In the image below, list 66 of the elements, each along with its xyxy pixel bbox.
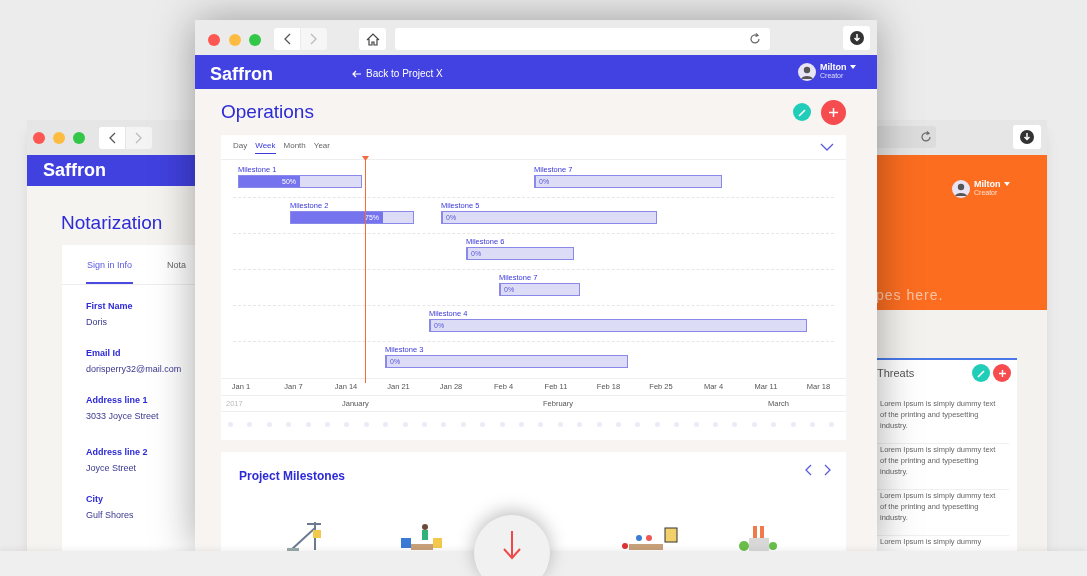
download-button[interactable] <box>843 26 870 50</box>
view-tab[interactable]: Month <box>283 140 306 154</box>
field-label: Email Id <box>86 348 121 358</box>
field-label: City <box>86 494 103 504</box>
home-button[interactable] <box>359 28 386 50</box>
address-field[interactable] <box>877 126 936 148</box>
add-button[interactable] <box>993 364 1011 382</box>
field-label: Address line 2 <box>86 447 148 457</box>
chevron-left-icon[interactable] <box>108 131 116 144</box>
download-button[interactable] <box>1013 125 1041 149</box>
view-tab[interactable]: Day <box>233 140 248 154</box>
milestone-bar[interactable] <box>441 211 657 224</box>
arrow-left-icon[interactable] <box>352 69 361 78</box>
field-value: dorisperry32@mail.com <box>86 364 182 374</box>
avatar-icon <box>798 63 816 81</box>
download-icon[interactable] <box>1020 130 1034 144</box>
pencil-icon[interactable] <box>797 107 807 117</box>
reload-icon[interactable] <box>748 32 762 46</box>
logo[interactable]: Saffron <box>43 157 106 184</box>
banner-text: pes here. <box>876 286 944 305</box>
add-button[interactable] <box>821 99 846 125</box>
pencil-icon[interactable] <box>976 368 986 378</box>
milestone-bar[interactable] <box>499 283 580 296</box>
chevron-down-icon[interactable] <box>820 143 834 151</box>
address-field[interactable] <box>395 28 770 50</box>
tab[interactable]: Sign in Info <box>86 258 134 284</box>
milestone-bar[interactable] <box>290 211 414 224</box>
logo[interactable]: Saffron <box>210 61 273 88</box>
next-icon[interactable] <box>824 464 832 476</box>
meeting-drawing <box>621 524 679 552</box>
field-label: Address line 1 <box>86 395 148 405</box>
field-label: First Name <box>86 301 133 311</box>
edit-button[interactable] <box>972 364 990 382</box>
chevron-left-icon[interactable] <box>283 33 291 45</box>
user-name[interactable]: Milton <box>820 62 847 72</box>
caret-icon[interactable] <box>849 65 856 69</box>
edit-button[interactable] <box>793 103 811 121</box>
avatar-icon <box>952 180 970 198</box>
arrow-down-icon[interactable] <box>502 530 522 560</box>
milestone-bar[interactable] <box>238 175 362 188</box>
chevron-right-icon[interactable] <box>310 33 318 45</box>
plus-icon[interactable] <box>828 106 839 118</box>
plus-icon[interactable] <box>997 368 1007 378</box>
previous-icon[interactable] <box>804 464 812 476</box>
field-value: Gulf Shores <box>86 510 134 520</box>
view-tab[interactable]: Week <box>255 140 276 154</box>
reload-icon[interactable] <box>919 130 933 144</box>
caret-icon[interactable] <box>1003 182 1010 186</box>
milestone-bar[interactable] <box>429 319 807 332</box>
field-value: 3033 Joyce Street <box>86 411 159 421</box>
milestone-bar[interactable] <box>466 247 574 260</box>
view-tab[interactable]: Year <box>313 140 330 154</box>
field-value: Doris <box>86 317 107 327</box>
card-title: Threats <box>877 365 915 381</box>
team-drawing <box>399 522 445 552</box>
milestone-bar[interactable] <box>385 355 628 368</box>
field-value: Joyce Street <box>86 463 137 473</box>
page-title: Notarization <box>61 212 163 233</box>
download-icon[interactable] <box>849 31 864 45</box>
milestone-bar[interactable] <box>534 175 722 188</box>
page-title: Operations <box>221 99 314 124</box>
back-link[interactable]: Back to Project X <box>352 66 443 81</box>
house-icon[interactable] <box>365 32 380 46</box>
tab[interactable]: Nota <box>167 258 187 284</box>
chevron-right-icon[interactable] <box>135 131 143 144</box>
card-title: Project Milestones <box>239 468 346 485</box>
